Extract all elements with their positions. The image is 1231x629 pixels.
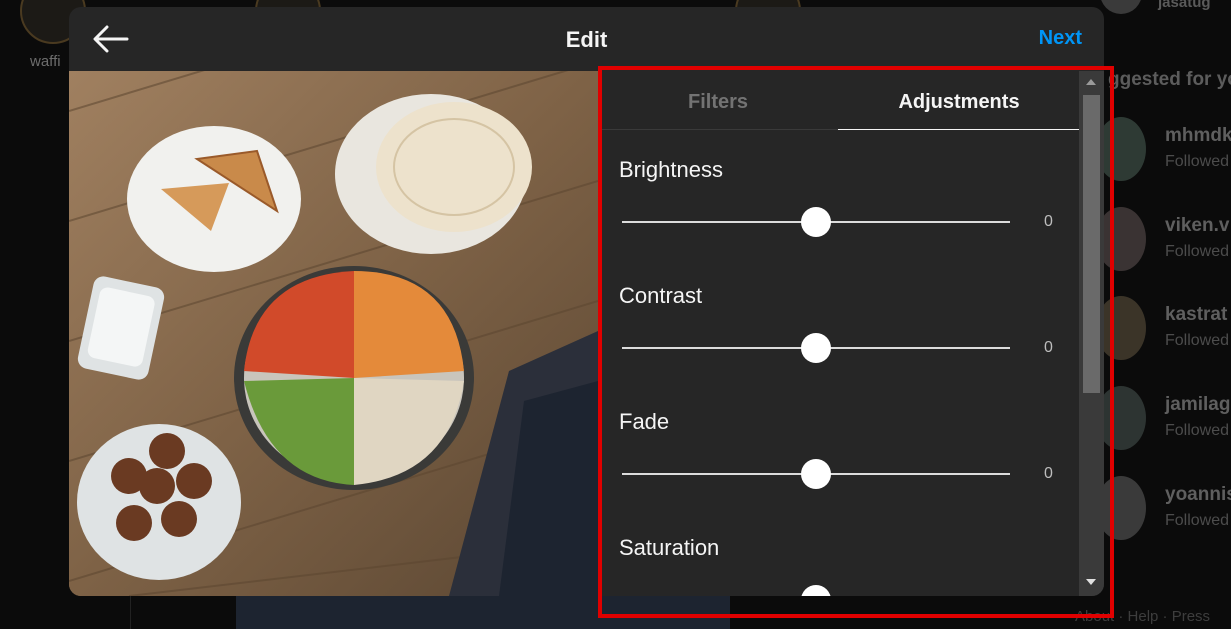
contrast-slider-handle[interactable] (801, 333, 831, 363)
adjustment-label: Saturation (619, 535, 720, 560)
profile-username[interactable]: jasatug (1158, 0, 1211, 11)
suggestion-subtitle: Followed (1165, 153, 1230, 170)
scrollbar-thumb[interactable] (1083, 95, 1100, 393)
scroll-down-arrow-icon[interactable] (1086, 579, 1096, 585)
footer-links[interactable]: About · Help · Press (1075, 608, 1210, 625)
suggestion-username[interactable]: kastrat (1165, 304, 1227, 326)
edit-tabs: Filters Adjustments (598, 71, 1080, 130)
feed-post-preview (236, 596, 730, 629)
adjustment-value: 0 (1044, 339, 1053, 356)
saturation-slider-handle[interactable] (801, 585, 831, 596)
suggestion-subtitle: Followed (1165, 332, 1230, 349)
adjustment-label: Fade (619, 409, 670, 434)
suggestion-row[interactable]: viken.v Followed (1096, 207, 1231, 271)
scroll-up-arrow-icon[interactable] (1086, 79, 1096, 85)
suggested-heading: ggested for yo (1108, 69, 1231, 90)
divider (130, 596, 131, 629)
suggestion-subtitle: Followed (1165, 422, 1230, 439)
modal-title: Edit (565, 27, 608, 52)
story-username: waffi (30, 53, 61, 70)
edit-modal: Edit Next Filters Adjustments Brightness… (69, 7, 1104, 596)
adjustment-value: 0 (1044, 465, 1053, 482)
suggestion-username[interactable]: viken.v (1165, 215, 1229, 237)
suggestion-username[interactable]: yoannis (1165, 484, 1231, 506)
suggestion-row[interactable]: mhmdk Followed (1096, 117, 1231, 181)
fade-slider-handle[interactable] (801, 459, 831, 489)
adjustment-label: Contrast (619, 283, 703, 308)
suggestion-row[interactable]: yoannis Followed (1096, 476, 1231, 540)
tab-filters[interactable]: Filters (598, 71, 838, 130)
adjustments-panel: Filters Adjustments Brightness 0 Contras… (598, 71, 1104, 596)
next-button[interactable]: Next (1039, 27, 1082, 50)
adjustment-value: 0 (1044, 213, 1053, 230)
modal-header: Edit Next (69, 7, 1104, 71)
adjustment-label: Brightness (619, 157, 723, 182)
suggestion-subtitle: Followed (1165, 512, 1230, 529)
suggestion-username[interactable]: mhmdk (1165, 125, 1231, 147)
suggestion-row[interactable]: jamilag Followed (1096, 386, 1231, 450)
suggestion-username[interactable]: jamilag (1165, 394, 1230, 416)
brightness-slider-handle[interactable] (801, 207, 831, 237)
food-photo-image (69, 71, 598, 596)
suggestion-subtitle: Followed (1165, 243, 1230, 260)
panel-scrollbar[interactable] (1079, 71, 1104, 596)
avatar[interactable] (1100, 0, 1142, 14)
photo-preview (69, 71, 598, 596)
suggestion-row[interactable]: kastrat Followed (1096, 296, 1231, 360)
tab-adjustments[interactable]: Adjustments (838, 71, 1080, 130)
